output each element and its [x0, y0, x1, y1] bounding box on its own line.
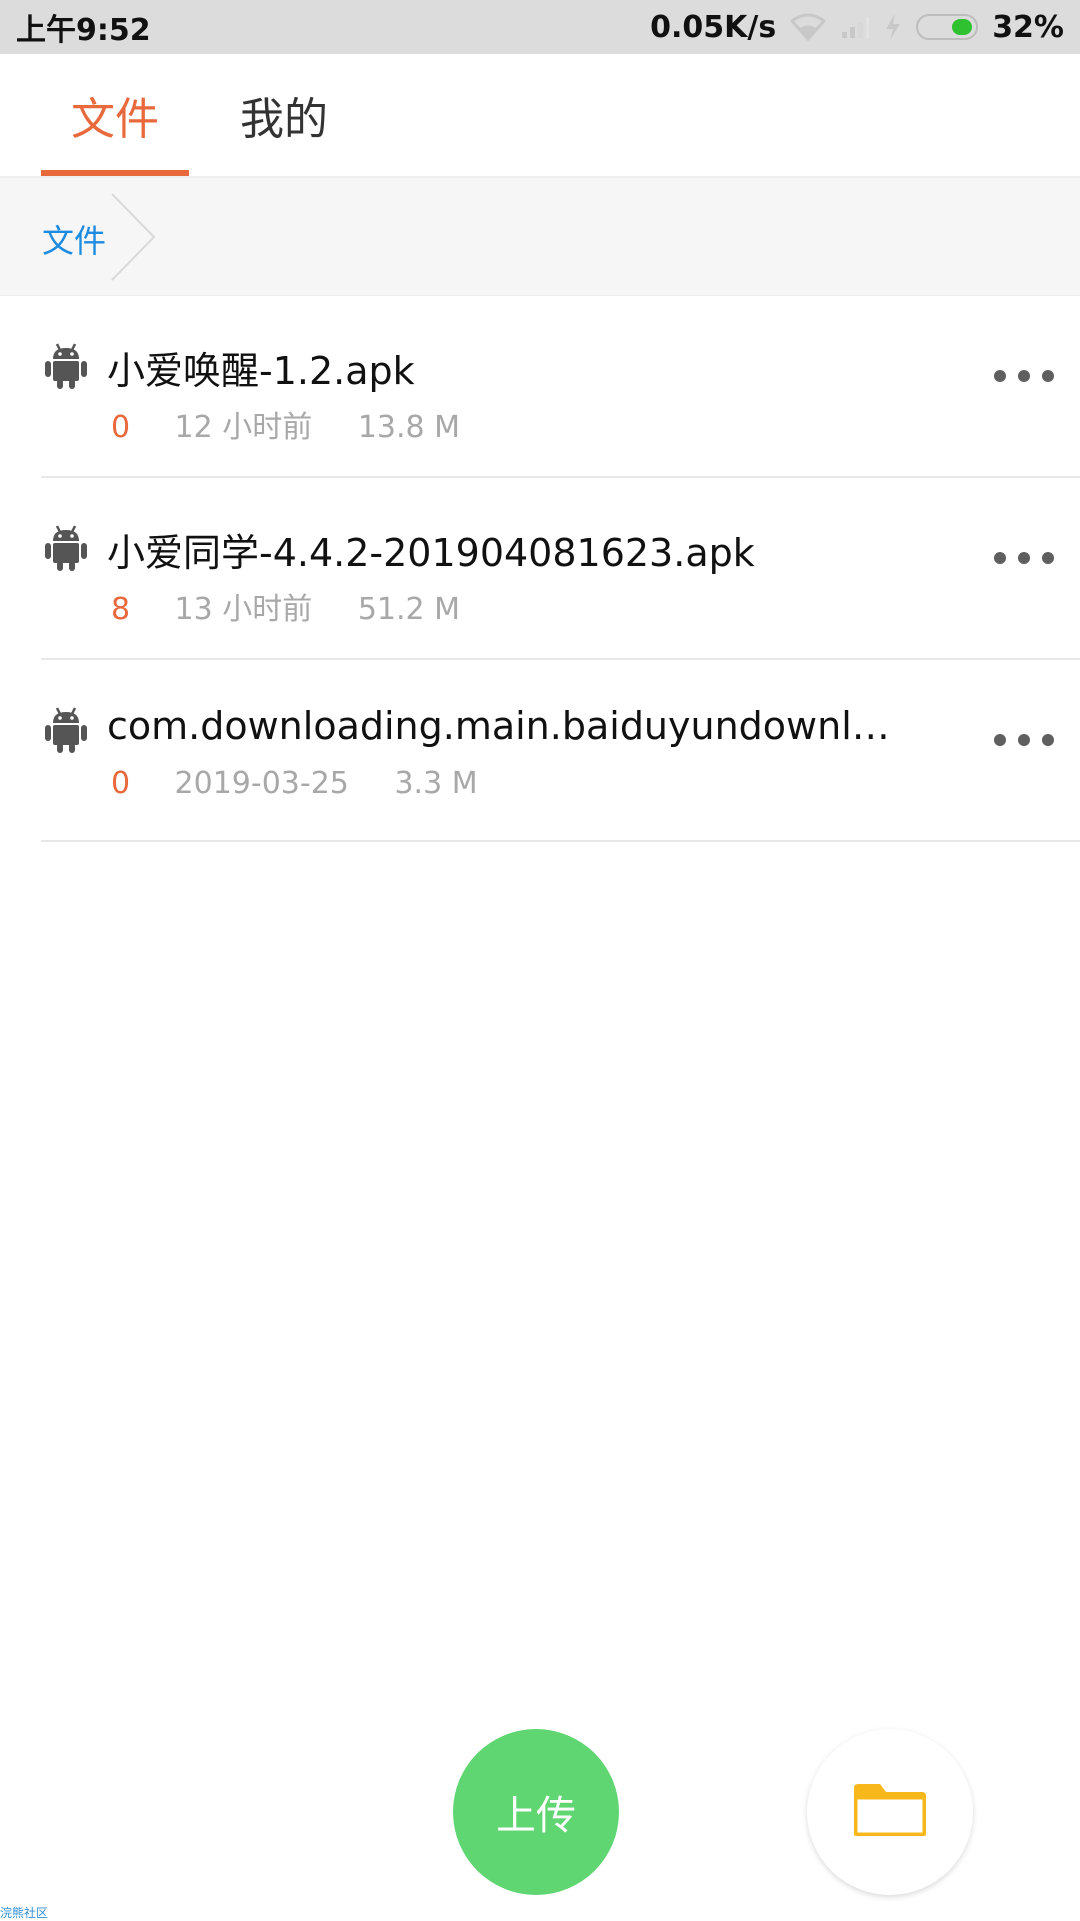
- wifi-icon: [790, 13, 827, 41]
- dot-icon: [1042, 370, 1054, 382]
- status-time: 上午9:52: [16, 13, 151, 48]
- upload-button[interactable]: 上传: [453, 1729, 619, 1895]
- file-size: 51.2 M: [357, 592, 461, 627]
- file-name: 小爱唤醒-1.2.apk: [107, 349, 415, 393]
- file-row[interactable]: 小爱唤醒-1.2.apk 0 12 小时前 13.8 M: [41, 296, 1080, 478]
- android-icon: [45, 342, 87, 390]
- status-bar: 上午9:52 0.05K/s 32%: [0, 0, 1080, 54]
- file-meta: 8 13 小时前 51.2 M: [111, 584, 460, 628]
- file-size: 13.8 M: [357, 410, 461, 445]
- android-icon: [45, 706, 87, 754]
- folder-button[interactable]: [807, 1729, 973, 1895]
- dot-icon: [1042, 552, 1054, 564]
- dot-icon: [1018, 734, 1030, 746]
- battery-percent: 32%: [992, 9, 1064, 45]
- file-size: 3.3 M: [394, 766, 478, 801]
- tab-mine[interactable]: 我的: [210, 54, 358, 176]
- file-count: 8: [111, 592, 131, 627]
- more-options-button[interactable]: [994, 356, 1054, 396]
- file-meta: 0 12 小时前 13.8 M: [111, 402, 460, 446]
- file-name: 小爱同学-4.4.2-201904081623.apk: [107, 531, 755, 575]
- file-meta: 0 2019-03-25 3.3 M: [111, 766, 478, 801]
- net-speed: 0.05K/s: [650, 9, 777, 45]
- file-count: 0: [111, 410, 131, 445]
- android-icon: [45, 524, 87, 572]
- file-count: 0: [111, 766, 131, 801]
- active-tab-indicator: [41, 170, 189, 176]
- file-row[interactable]: com.downloading.main.baiduyundownloa… 0 …: [41, 660, 1080, 842]
- dot-icon: [994, 552, 1006, 564]
- dot-icon: [994, 370, 1006, 382]
- file-name: com.downloading.main.baiduyundownloa…: [107, 704, 907, 748]
- battery-icon: [916, 14, 979, 40]
- chevron-right-icon: [110, 192, 158, 286]
- dot-icon: [1042, 734, 1054, 746]
- more-options-button[interactable]: [994, 720, 1054, 760]
- dot-icon: [994, 734, 1006, 746]
- dot-icon: [1018, 370, 1030, 382]
- battery-level: [952, 19, 973, 35]
- folder-icon: [852, 1782, 928, 1842]
- tab-files[interactable]: 文件: [41, 54, 189, 176]
- dot-icon: [1018, 552, 1030, 564]
- file-time: 2019-03-25: [174, 766, 349, 801]
- more-options-button[interactable]: [994, 538, 1054, 578]
- file-row[interactable]: 小爱同学-4.4.2-201904081623.apk 8 13 小时前 51.…: [41, 478, 1080, 660]
- watermark: 浣熊社区: [0, 1906, 49, 1920]
- breadcrumb: 文件: [0, 178, 1080, 296]
- status-indicators: 0.05K/s 32%: [650, 10, 1064, 45]
- file-time: 13 小时前: [174, 592, 313, 627]
- file-time: 12 小时前: [174, 410, 313, 445]
- tab-bar: 文件 我的: [0, 54, 1080, 178]
- signal-icon: [840, 14, 870, 40]
- breadcrumb-item-files[interactable]: 文件: [42, 216, 106, 262]
- charging-icon: [884, 13, 902, 41]
- file-list: 小爱唤醒-1.2.apk 0 12 小时前 13.8 M 小爱同学-4.4.2-…: [0, 296, 1080, 842]
